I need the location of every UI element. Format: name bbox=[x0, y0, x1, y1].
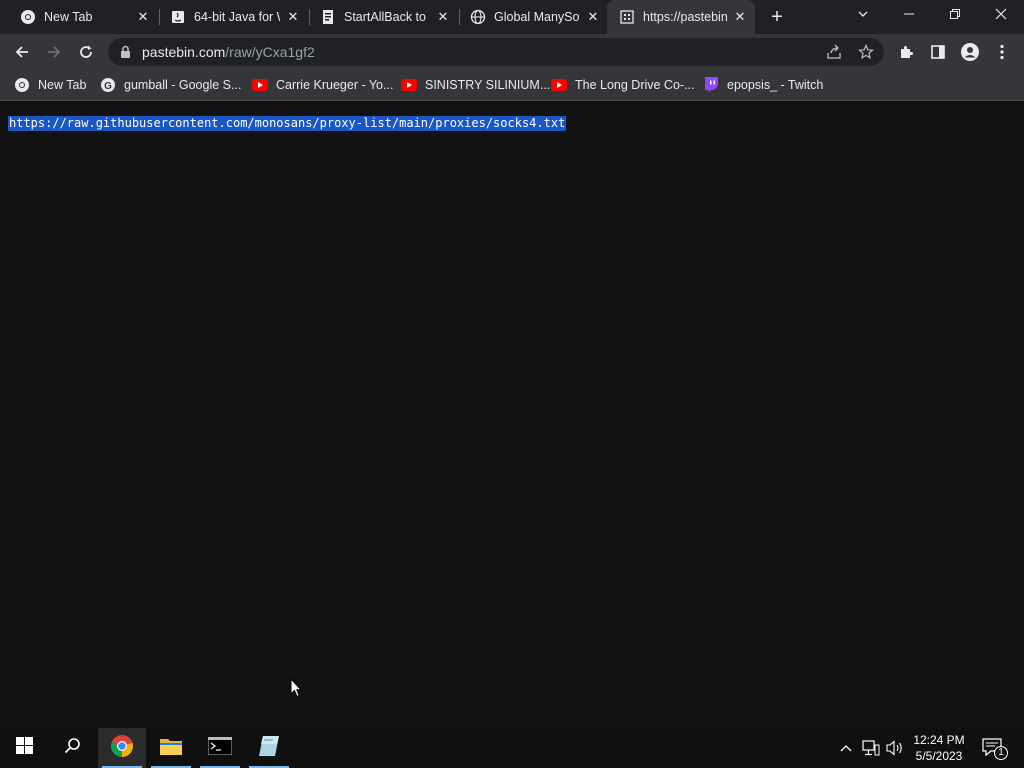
java-icon bbox=[170, 9, 186, 25]
youtube-icon bbox=[551, 77, 567, 93]
bookmark-gumball[interactable]: G gumball - Google S... bbox=[100, 76, 241, 94]
bookmark-label: Carrie Krueger - Yo... bbox=[276, 78, 394, 92]
tab-strip: New Tab ✕ 64-bit Java for W ✕ StartAllBa… bbox=[0, 0, 1024, 34]
taskbar-app-button[interactable] bbox=[245, 728, 293, 768]
search-icon bbox=[64, 737, 81, 759]
bookmark-label: The Long Drive Co-... bbox=[575, 78, 695, 92]
notifications-button[interactable]: 1 bbox=[978, 728, 1008, 768]
bookmark-epopsis-twitch[interactable]: epopsis_ - Twitch bbox=[703, 76, 823, 94]
show-hidden-icons-chevron[interactable] bbox=[836, 728, 856, 768]
profile-avatar-icon[interactable] bbox=[958, 40, 982, 64]
side-panel-icon[interactable] bbox=[926, 40, 950, 64]
url-text: pastebin.com/raw/yCxa1gf2 bbox=[142, 44, 315, 60]
address-bar[interactable]: pastebin.com/raw/yCxa1gf2 bbox=[108, 38, 884, 66]
tab-title: https://pastebin bbox=[643, 10, 728, 24]
bookmark-sinistry[interactable]: SINISTRY SILINIUM... bbox=[401, 76, 550, 94]
restore-icon[interactable] bbox=[932, 0, 978, 30]
reload-icon[interactable] bbox=[74, 40, 98, 64]
browser-toolbar: pastebin.com/raw/yCxa1gf2 bbox=[0, 34, 1024, 70]
notifications-icon: 1 bbox=[982, 738, 1008, 760]
clock-time: 12:24 PM bbox=[913, 733, 965, 747]
bookmark-label: SINISTRY SILINIUM... bbox=[425, 78, 551, 92]
tab-search-chevron-icon[interactable] bbox=[840, 0, 886, 30]
pastebin-icon bbox=[619, 9, 635, 25]
chrome-icon bbox=[14, 77, 30, 93]
taskbar-file-explorer-button[interactable] bbox=[147, 728, 195, 768]
start-button[interactable] bbox=[0, 728, 48, 768]
windows-icon bbox=[15, 737, 33, 759]
share-icon[interactable] bbox=[824, 42, 844, 62]
close-tab-icon[interactable]: ✕ bbox=[136, 9, 150, 25]
bookmark-new-tab[interactable]: New Tab bbox=[14, 76, 86, 94]
close-tab-icon[interactable]: ✕ bbox=[586, 9, 600, 25]
close-window-icon[interactable] bbox=[978, 0, 1024, 30]
close-tab-icon[interactable]: ✕ bbox=[436, 9, 450, 25]
clock-date: 5/5/2023 bbox=[915, 749, 963, 763]
tab-title: 64-bit Java for W bbox=[194, 10, 280, 24]
folder-icon bbox=[160, 737, 182, 760]
google-icon: G bbox=[100, 77, 116, 93]
url-path: /raw/yCxa1gf2 bbox=[225, 44, 315, 60]
youtube-icon bbox=[252, 77, 268, 93]
bookmark-label: New Tab bbox=[38, 78, 87, 92]
close-tab-icon[interactable]: ✕ bbox=[286, 9, 300, 25]
menu-kebab-icon[interactable] bbox=[990, 40, 1014, 64]
back-icon[interactable] bbox=[10, 40, 34, 64]
raw-paste-text[interactable]: https://raw.githubusercontent.com/monosa… bbox=[8, 116, 567, 131]
tab-global-manysoft[interactable]: Global ManySoft ✕ bbox=[458, 0, 608, 34]
forward-icon[interactable] bbox=[42, 40, 66, 64]
bookmark-carrie-krueger[interactable]: Carrie Krueger - Yo... bbox=[252, 76, 393, 94]
close-tab-icon[interactable]: ✕ bbox=[733, 9, 747, 25]
svg-text:G: G bbox=[104, 81, 112, 92]
page-content: https://raw.githubusercontent.com/monosa… bbox=[0, 101, 1024, 727]
taskbar: 12:24 PM 5/5/2023 1 bbox=[0, 728, 1024, 768]
taskbar-chrome-button[interactable] bbox=[98, 728, 146, 768]
lock-icon[interactable] bbox=[120, 45, 131, 63]
app-icon bbox=[257, 735, 281, 762]
tab-new-tab[interactable]: New Tab ✕ bbox=[8, 0, 158, 34]
page-icon bbox=[320, 9, 336, 25]
network-icon[interactable] bbox=[860, 728, 882, 768]
mouse-cursor-icon bbox=[290, 677, 303, 703]
bookmark-star-icon[interactable] bbox=[856, 42, 876, 62]
url-host: pastebin.com bbox=[142, 44, 226, 60]
notification-count-badge: 1 bbox=[994, 746, 1008, 760]
tab-java[interactable]: 64-bit Java for W ✕ bbox=[158, 0, 308, 34]
twitch-icon bbox=[703, 77, 719, 93]
extensions-icon[interactable] bbox=[894, 40, 918, 64]
bookmark-label: epopsis_ - Twitch bbox=[727, 78, 824, 92]
tab-title: Global ManySoft bbox=[494, 10, 580, 24]
system-clock[interactable]: 12:24 PM 5/5/2023 bbox=[908, 732, 970, 764]
bookmark-long-drive[interactable]: The Long Drive Co-... bbox=[551, 76, 695, 94]
bookmark-label: gumball - Google S... bbox=[124, 78, 242, 92]
tab-startallback[interactable]: StartAllBack to F ✕ bbox=[308, 0, 458, 34]
new-tab-icon[interactable]: + bbox=[766, 6, 788, 28]
tab-title: New Tab bbox=[44, 10, 93, 24]
minimize-icon[interactable] bbox=[886, 0, 932, 30]
tab-title: StartAllBack to F bbox=[344, 10, 430, 24]
terminal-icon bbox=[207, 736, 233, 760]
search-button[interactable] bbox=[48, 728, 96, 768]
tab-pastebin[interactable]: https://pastebin ✕ bbox=[607, 0, 755, 34]
bookmarks-bar: New Tab G gumball - Google S... Carrie K… bbox=[0, 70, 1024, 101]
chrome-icon bbox=[20, 9, 36, 25]
chrome-icon bbox=[110, 734, 134, 763]
taskbar-terminal-button[interactable] bbox=[196, 728, 244, 768]
volume-icon[interactable] bbox=[884, 728, 906, 768]
globe-icon bbox=[470, 9, 486, 25]
youtube-icon bbox=[401, 77, 417, 93]
